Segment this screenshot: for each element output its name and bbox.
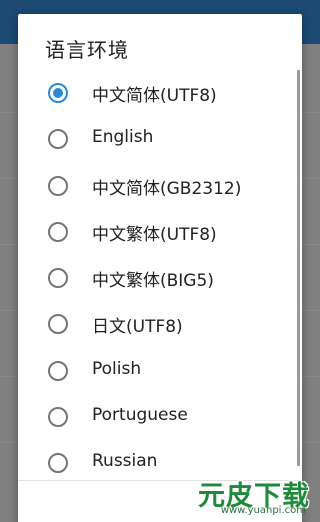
radio-unchecked-icon[interactable] — [48, 221, 68, 242]
language-option-label: Polish — [92, 358, 142, 379]
list-scrollbar[interactable] — [297, 70, 300, 466]
radio-unchecked-icon[interactable] — [48, 407, 68, 428]
language-option[interactable]: 中文简体(UTF8) — [18, 70, 302, 116]
language-option[interactable]: 中文简体(GB2312) — [18, 163, 302, 209]
language-option-label: English — [92, 127, 154, 148]
language-option[interactable]: 中文繁体(UTF8) — [18, 209, 302, 255]
language-option[interactable]: 中文繁体(BIG5) — [18, 255, 302, 301]
radio-unchecked-icon[interactable] — [48, 453, 68, 474]
background-left-strip — [0, 44, 18, 522]
watermark-url: www.yuanpi.com — [220, 505, 306, 516]
radio-checked-icon[interactable] — [48, 83, 68, 103]
language-option-label: 中文简体(UTF8) — [92, 86, 217, 106]
language-option-label: 中文简体(GB2312) — [92, 178, 242, 199]
language-option[interactable]: 日文(UTF8) — [18, 301, 302, 347]
radio-unchecked-icon[interactable] — [48, 268, 68, 289]
radio-unchecked-icon[interactable] — [48, 129, 68, 150]
watermark: 元皮下载 www.yuanpi.com — [188, 474, 314, 520]
language-option-label: Portuguese — [92, 405, 188, 426]
language-option[interactable]: Portuguese — [18, 394, 302, 440]
background-right-strip — [302, 44, 320, 522]
language-option-label: 中文繁体(BIG5) — [92, 271, 214, 292]
language-option-label: 日文(UTF8) — [92, 317, 183, 338]
radio-unchecked-icon[interactable] — [48, 314, 68, 335]
language-option-label: 中文繁体(UTF8) — [92, 224, 217, 245]
language-option[interactable]: English — [18, 116, 302, 162]
language-option-label: Russian — [92, 451, 158, 472]
language-option[interactable]: Polish — [18, 348, 302, 394]
language-dialog: 语言环境 中文简体(UTF8) English 中文简体(GB2312) 中文繁… — [18, 14, 302, 522]
radio-unchecked-icon[interactable] — [48, 175, 68, 196]
language-options-list: 中文简体(UTF8) English 中文简体(GB2312) 中文繁体(UTF… — [18, 70, 302, 487]
radio-unchecked-icon[interactable] — [48, 360, 68, 381]
dialog-title: 语言环境 — [45, 38, 129, 62]
